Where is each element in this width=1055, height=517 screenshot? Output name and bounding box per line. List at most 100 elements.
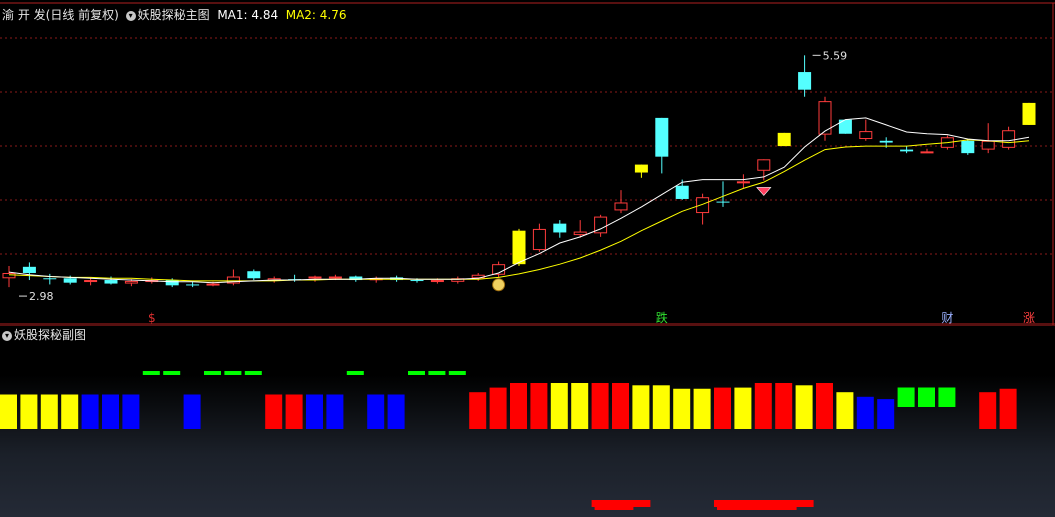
sub-green-line-22: [448, 371, 466, 375]
candle-body-35: [716, 201, 730, 203]
indicator-dropdown-icon[interactable]: ▾: [125, 10, 136, 21]
candle-body-26: [532, 228, 546, 251]
candle-body-25: [512, 230, 526, 265]
sub-bar-43: [877, 399, 895, 429]
sub-bar-16: [326, 394, 344, 429]
candle-body-10: [206, 283, 220, 286]
sub-chart-panel[interactable]: ▾ 妖股探秘副图: [0, 325, 1055, 517]
sub-bar-37: [754, 383, 772, 429]
main-indicator-name[interactable]: 妖股探秘主图: [138, 8, 210, 22]
candle-body-20: [410, 280, 424, 282]
candle-body-50: [1022, 102, 1036, 125]
candle-body-31: [634, 164, 648, 173]
sub-bar-40: [816, 383, 833, 429]
event-label-3: 涨: [1023, 310, 1035, 325]
sub-bar-15: [306, 394, 323, 429]
event-label-0: $: [148, 311, 156, 325]
sub-green-line-11: [224, 371, 242, 375]
sub-bar-28: [571, 383, 589, 429]
candle-body-30: [614, 202, 628, 211]
sub-indicator-dropdown-icon[interactable]: ▾: [2, 330, 12, 341]
sub-bar-13: [265, 394, 283, 429]
candle-body-6: [124, 280, 138, 284]
candle-body-32: [655, 117, 669, 157]
candle-body-9: [186, 284, 200, 286]
candle-body-47: [961, 140, 975, 154]
sub-bar-46: [938, 387, 956, 407]
stock-chart-window: 5.59 2.98 $ 跌财涨 渝 开 发(日线 前复权) ▾ 妖股探秘主图 MA1: …: [0, 0, 1055, 517]
sub-bar-4: [81, 394, 99, 429]
sub-bar-1: [20, 394, 38, 429]
sub-bar-48: [979, 392, 997, 429]
sub-bottom-bar-0: [591, 500, 651, 507]
sub-bar-25: [510, 383, 527, 429]
sub-bar-27: [550, 383, 568, 429]
sub-green-line-10: [204, 371, 221, 375]
sub-green-line-21: [428, 371, 446, 375]
candle-body-27: [553, 223, 567, 233]
ma2-readout: MA2: 4.76: [285, 8, 347, 22]
sub-bar-33: [673, 388, 691, 429]
sub-bar-3: [61, 394, 79, 429]
period-label: (日线 前复权): [45, 8, 119, 22]
candle-body-39: [798, 72, 812, 90]
sub-bar-9: [183, 394, 201, 429]
sub-bar-34: [693, 388, 711, 429]
candle-body-37: [757, 159, 771, 171]
sub-panel-title: ▾ 妖股探秘副图: [2, 326, 86, 344]
candle-body-4: [84, 280, 98, 283]
sub-bar-26: [530, 383, 548, 429]
candle-body-3: [63, 278, 77, 283]
low-price-label: 2.98: [29, 290, 54, 303]
candle-body-38: [777, 132, 791, 147]
candle-body-49: [1002, 130, 1016, 148]
sub-bottom-bar-shadow-0: [594, 507, 634, 510]
sub-bar-45: [918, 387, 935, 407]
sub-bar-31: [632, 385, 650, 429]
candle-body-16: [328, 276, 342, 279]
sub-bar-6: [122, 394, 140, 429]
sub-green-line-12: [244, 371, 262, 375]
candle-body-0: [2, 272, 16, 279]
sub-indicator-name[interactable]: 妖股探秘副图: [14, 328, 86, 342]
sub-bar-14: [285, 394, 303, 429]
sub-bar-18: [367, 394, 385, 429]
sub-bar-38: [775, 383, 793, 429]
sub-bar-24: [489, 387, 507, 429]
sub-chart[interactable]: [0, 325, 1055, 517]
sub-bar-0: [0, 394, 17, 429]
event-label-1: 跌: [656, 310, 668, 325]
high-price-label: 5.59: [823, 49, 848, 62]
sub-green-line-20: [408, 371, 425, 375]
stock-name: 渝 开 发: [2, 8, 46, 22]
sub-bar-2: [40, 394, 58, 429]
sub-bar-49: [999, 388, 1017, 429]
sub-bottom-bar-shadow-1: [717, 507, 797, 510]
candle-body-45: [920, 151, 934, 154]
candle-body-8: [165, 280, 179, 286]
candle-body-42: [859, 131, 873, 140]
candle-body-33: [675, 185, 689, 199]
sub-bar-29: [591, 383, 609, 429]
candle-body-43: [879, 140, 893, 143]
candle-body-5: [104, 280, 118, 284]
sub-bar-39: [795, 385, 813, 429]
candle-body-12: [247, 271, 261, 279]
candle-body-15: [308, 276, 322, 279]
sub-bar-5: [102, 394, 119, 429]
sub-bar-41: [836, 392, 854, 429]
candle-body-36: [736, 181, 750, 184]
ma1-readout: MA1: 4.84: [217, 8, 279, 22]
sub-bar-32: [652, 385, 670, 429]
sub-green-line-8: [163, 371, 181, 375]
main-chart[interactable]: 5.59 2.98 $ 跌 财 涨: [0, 0, 1055, 325]
diamond-icon: [756, 187, 772, 196]
sub-green-line-7: [142, 371, 160, 375]
sub-bar-30: [612, 383, 629, 429]
main-panel-title: 渝 开 发(日线 前复权) ▾ 妖股探秘主图 MA1: 4.84 MA2: 4.7…: [2, 6, 347, 24]
sub-bottom-bar-1: [714, 500, 814, 507]
sub-bar-36: [734, 387, 752, 429]
candle-body-28: [573, 231, 587, 236]
sub-bar-35: [714, 387, 731, 429]
candle-body-44: [900, 149, 914, 152]
